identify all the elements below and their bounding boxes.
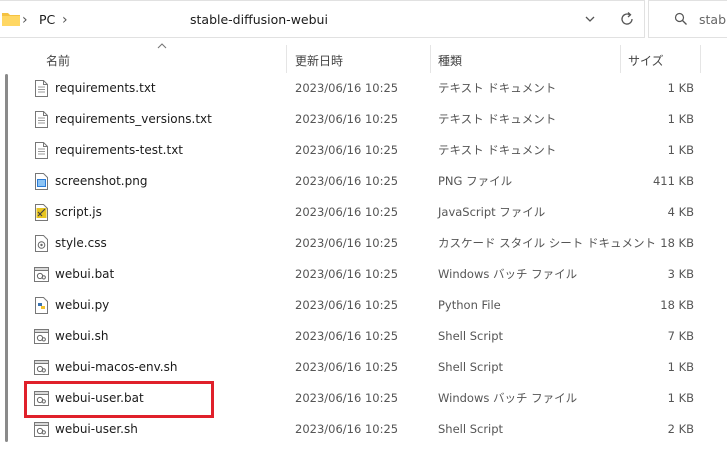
file-type: Python File [438,298,501,312]
file-row[interactable]: webui-user.sh 2023/06/16 10:25 Shell Scrip… [0,414,727,445]
file-date: 2023/06/16 10:25 [295,391,399,405]
file-type: Shell Script [438,422,504,436]
file-size: 1 KB [667,360,694,374]
file-type: Shell Script [438,329,504,343]
batch-file-icon [34,267,49,282]
file-type: Shell Script [438,360,504,374]
file-size: 1 KB [667,391,694,405]
folder-icon [2,13,20,26]
file-type: テキスト ドキュメント [438,112,557,126]
file-type: PNG ファイル [438,174,513,188]
file-date: 2023/06/16 10:25 [295,360,399,374]
file-date: 2023/06/16 10:25 [295,298,399,312]
column-header-name[interactable]: 名前 [46,52,70,69]
column-headers: 名前 更新日時 種類 サイズ [0,43,727,73]
file-date: 2023/06/16 10:25 [295,174,399,188]
column-divider[interactable] [620,45,621,73]
shell-file-icon [34,329,49,344]
column-header-size[interactable]: サイズ [628,52,664,69]
refresh-icon[interactable] [619,11,635,27]
text-file-icon [35,142,48,159]
file-row[interactable]: webui.py 2023/06/16 10:25 Python File 18 KB [0,290,727,321]
shell-file-icon [34,360,49,375]
file-type: Windows バッチ ファイル [438,267,578,281]
file-row[interactable]: webui.sh 2023/06/16 10:25 Shell Script 7 KB [0,321,727,352]
column-header-type[interactable]: 種類 [438,52,462,69]
file-name[interactable]: requirements_versions.txt [55,104,212,135]
file-name[interactable]: screenshot.png [55,166,147,197]
column-divider[interactable] [700,45,701,73]
file-type: JavaScript ファイル [438,205,546,219]
file-row[interactable]: style.css 2023/06/16 10:25 カスケード スタイル シート … [0,228,727,259]
python-file-icon [35,297,48,314]
file-size: 7 KB [667,329,694,343]
file-size: 411 KB [652,174,694,188]
chevron-right-icon[interactable]: › [62,11,68,29]
file-type: Windows バッチ ファイル [438,391,578,405]
file-name[interactable]: webui.sh [55,321,108,352]
file-name[interactable]: requirements-test.txt [55,135,183,166]
css-file-icon [35,235,48,252]
file-type: テキスト ドキュメント [438,81,557,95]
column-divider[interactable] [286,45,287,73]
file-row[interactable]: webui.bat 2023/06/16 10:25 Windows バッチ ファイ… [0,259,727,290]
file-row[interactable]: requirements.txt 2023/06/16 10:25 テキスト ドキュ… [0,73,727,104]
file-size: 3 KB [667,267,694,281]
file-size: 18 KB [660,236,694,250]
file-date: 2023/06/16 10:25 [295,236,399,250]
address-bar[interactable]: › PC › stable-diffusion-webui [0,0,645,38]
file-name[interactable]: requirements.txt [55,73,156,104]
file-name[interactable]: webui.py [55,290,109,321]
sort-ascending-icon [157,43,167,49]
search-input[interactable]: stable [699,11,727,29]
chevron-down-icon[interactable] [583,12,597,26]
file-name[interactable]: webui-macos-env.sh [55,352,177,383]
file-date: 2023/06/16 10:25 [295,422,399,436]
file-name[interactable]: script.js [55,197,102,228]
file-row[interactable]: requirements_versions.txt 2023/06/16 10:2… [0,104,727,135]
file-name[interactable]: style.css [55,228,107,259]
file-date: 2023/06/16 10:25 [295,267,399,281]
file-size: 1 KB [667,81,694,95]
file-date: 2023/06/16 10:25 [295,81,399,95]
file-name[interactable]: webui-user.sh [55,414,138,445]
search-icon [674,12,687,25]
highlight-box [24,381,214,418]
search-box[interactable]: stable [648,0,727,38]
column-header-date[interactable]: 更新日時 [295,52,343,69]
file-row[interactable]: requirements-test.txt 2023/06/16 10:25 テキス… [0,135,727,166]
shell-file-icon [34,422,49,437]
file-size: 1 KB [667,112,694,126]
script-file-icon [35,204,48,221]
file-name[interactable]: webui.bat [55,259,114,290]
file-size: 1 KB [667,143,694,157]
column-divider[interactable] [430,45,431,73]
breadcrumb-current-folder[interactable]: stable-diffusion-webui [190,11,328,29]
file-date: 2023/06/16 10:25 [295,329,399,343]
file-row[interactable]: screenshot.png 2023/06/16 10:25 PNG ファイル 41… [0,166,727,197]
file-row[interactable]: script.js 2023/06/16 10:25 JavaScript ファイル… [0,197,727,228]
file-size: 4 KB [667,205,694,219]
file-date: 2023/06/16 10:25 [295,112,399,126]
image-file-icon [35,173,48,190]
file-date: 2023/06/16 10:25 [295,143,399,157]
text-file-icon [35,111,48,128]
file-date: 2023/06/16 10:25 [295,205,399,219]
file-size: 18 KB [660,298,694,312]
breadcrumb-pc[interactable]: PC [39,11,55,29]
file-type: テキスト ドキュメント [438,143,557,157]
file-row[interactable]: webui-macos-env.sh 2023/06/16 10:25 Shell … [0,352,727,383]
chevron-right-icon[interactable]: › [22,11,28,29]
file-size: 2 KB [667,422,694,436]
text-file-icon [35,80,48,97]
